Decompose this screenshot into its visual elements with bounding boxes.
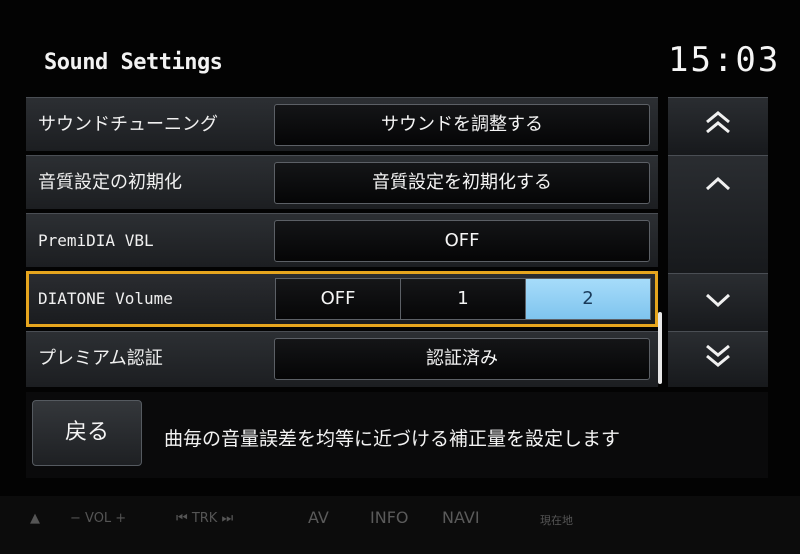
setting-label: PremiDIA VBL <box>38 231 154 250</box>
clock: 15:03 <box>668 40 781 80</box>
diatone-option-2[interactable]: 2 <box>526 279 650 319</box>
setting-label: 音質設定の初期化 <box>38 172 182 193</box>
chevron-down-icon <box>703 289 733 317</box>
diatone-option-off[interactable]: OFF <box>276 279 401 319</box>
volume-buttons[interactable]: − VOL + <box>70 511 126 526</box>
double-chevron-down-icon <box>703 344 733 375</box>
scrollbar-thumb[interactable] <box>658 312 662 384</box>
double-chevron-up-icon <box>703 111 733 141</box>
reset-sound-button[interactable]: 音質設定を初期化する <box>274 162 650 204</box>
setting-row-premium-auth: プレミアム認証 認証済み <box>26 331 658 387</box>
diatone-volume-selector: OFF 1 2 <box>275 278 651 320</box>
setting-row-premidia-vbl: PremiDIA VBL OFF <box>26 213 658 267</box>
setting-description: 曲毎の音量誤差を均等に近づける補正量を設定します <box>164 428 621 450</box>
back-button[interactable]: 戻る <box>32 400 142 466</box>
page-up-button[interactable] <box>668 97 768 155</box>
navi-button[interactable]: NAVI <box>442 508 480 527</box>
head-unit-screen: Sound Settings 15:03 サウンドチューニング サウンドを調整す… <box>0 0 800 500</box>
premium-auth-button[interactable]: 認証済み <box>274 338 650 380</box>
eject-icon[interactable]: ▲ <box>30 511 40 526</box>
av-button[interactable]: AV <box>308 508 329 527</box>
page-down-button[interactable] <box>668 331 768 387</box>
hardware-bezel: ▲ − VOL + ⏮ TRK ⏭ AV INFO NAVI 現在地 <box>0 496 800 554</box>
scroll-up-button[interactable] <box>668 155 768 273</box>
scroll-down-button[interactable] <box>668 273 768 331</box>
info-button[interactable]: INFO <box>370 508 408 527</box>
premidia-vbl-toggle[interactable]: OFF <box>274 220 650 262</box>
setting-label: サウンドチューニング <box>38 114 218 135</box>
track-buttons[interactable]: ⏮ TRK ⏭ <box>176 511 233 526</box>
setting-row-diatone-volume: DIATONE Volume OFF 1 2 <box>26 271 658 327</box>
setting-label: DIATONE Volume <box>38 289 173 308</box>
setting-row-reset-sound: 音質設定の初期化 音質設定を初期化する <box>26 155 658 209</box>
setting-row-sound-tuning: サウンドチューニング サウンドを調整する <box>26 97 658 151</box>
diatone-option-1[interactable]: 1 <box>401 279 526 319</box>
page-title: Sound Settings <box>44 50 223 75</box>
chevron-up-icon <box>703 171 733 199</box>
current-location-button[interactable]: 現在地 <box>540 512 573 528</box>
sound-tuning-button[interactable]: サウンドを調整する <box>274 104 650 146</box>
setting-label: プレミアム認証 <box>38 348 163 369</box>
